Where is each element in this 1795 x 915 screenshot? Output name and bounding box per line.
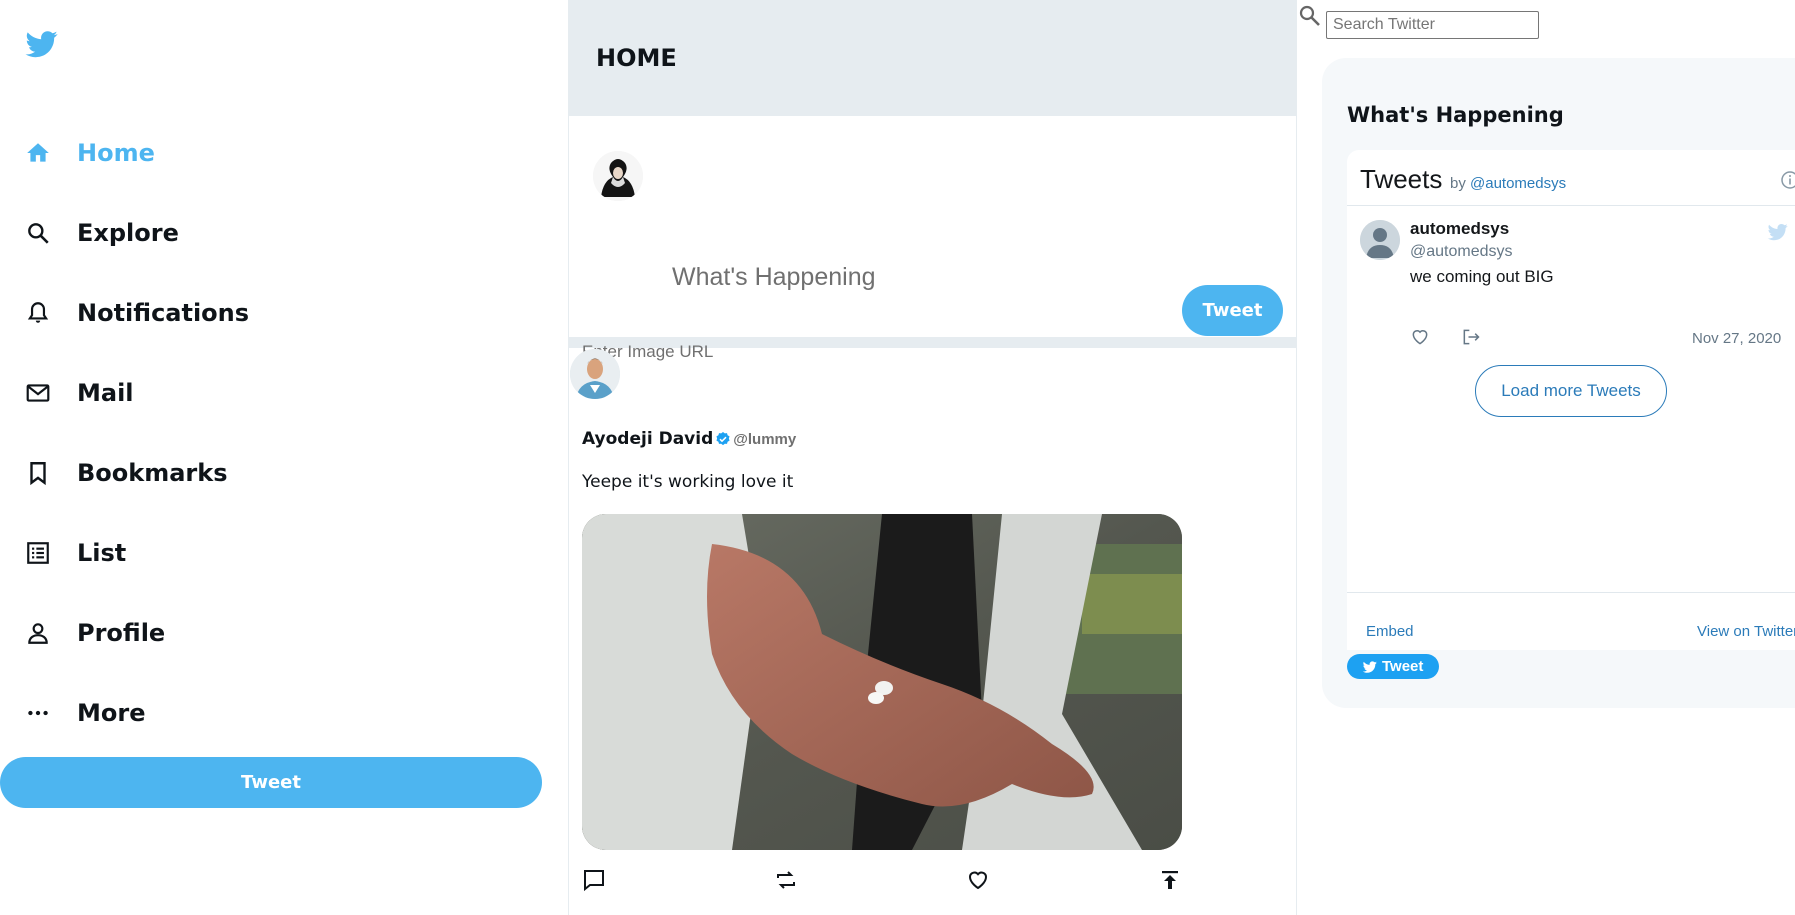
- retweet-icon[interactable]: [774, 868, 798, 892]
- twitter-bird-icon[interactable]: [24, 28, 60, 60]
- like-icon[interactable]: [1410, 327, 1430, 347]
- nav-item-mail[interactable]: Mail: [24, 353, 249, 433]
- nav-item-profile[interactable]: Profile: [24, 593, 249, 673]
- nav-item-label: Home: [77, 139, 155, 167]
- load-more-tweets-button[interactable]: Load more Tweets: [1475, 365, 1667, 417]
- share-icon[interactable]: [1460, 327, 1482, 347]
- timeline-footer: Embed View on Twitter: [1347, 592, 1795, 650]
- timeline-header: Tweets by @automedsys: [1347, 150, 1795, 206]
- nav-item-list[interactable]: List: [24, 513, 249, 593]
- embed-tweet-text: we coming out BIG: [1410, 267, 1554, 286]
- bookmark-icon: [24, 459, 52, 487]
- nav-item-label: More: [77, 699, 146, 727]
- share-tweet-label: Tweet: [1382, 658, 1424, 675]
- search-icon[interactable]: [1298, 4, 1322, 28]
- verified-badge-icon: [716, 432, 730, 446]
- nav-item-label: Mail: [77, 379, 134, 407]
- bell-icon: [24, 299, 52, 327]
- page-title: HOME: [596, 44, 677, 72]
- nav-item-label: List: [77, 539, 127, 567]
- nav-item-explore[interactable]: Explore: [24, 193, 249, 273]
- search-input[interactable]: [1326, 11, 1539, 39]
- like-icon[interactable]: [966, 868, 990, 892]
- profile-icon: [24, 619, 52, 647]
- search-icon: [24, 219, 52, 247]
- embed-author-name[interactable]: automedsys: [1410, 219, 1509, 239]
- avatar[interactable]: [1360, 220, 1400, 260]
- mail-icon: [24, 379, 52, 407]
- author-handle[interactable]: @lummy: [733, 431, 796, 448]
- embedded-timeline: Tweets by @automedsys automedsys @autome…: [1347, 150, 1795, 650]
- author-name[interactable]: Ayodeji David: [582, 429, 713, 449]
- left-sidebar: Home Explore Notifications Mail Bookmark…: [0, 0, 568, 915]
- nav-item-notifications[interactable]: Notifications: [24, 273, 249, 353]
- widget-title: What's Happening: [1347, 103, 1564, 127]
- more-icon: [24, 699, 52, 727]
- embed-tweet-date[interactable]: Nov 27, 2020: [1692, 330, 1781, 347]
- tweet-header: Ayodeji David @lummy: [582, 429, 796, 449]
- primary-nav: Home Explore Notifications Mail Bookmark…: [24, 113, 249, 753]
- list-icon: [24, 539, 52, 567]
- sidebar-tweet-button[interactable]: Tweet: [0, 757, 542, 808]
- nav-item-more[interactable]: More: [24, 673, 249, 753]
- twitter-bird-icon: [1362, 660, 1377, 673]
- right-sidebar: What's Happening Tweets by @automedsys: [1297, 0, 1795, 915]
- avatar: [593, 151, 643, 201]
- byline-handle-link[interactable]: @automedsys: [1470, 175, 1566, 192]
- share-tweet-button[interactable]: Tweet: [1347, 654, 1439, 679]
- view-on-twitter-link[interactable]: View on Twitter: [1697, 623, 1795, 640]
- nav-item-label: Profile: [77, 619, 166, 647]
- home-icon: [24, 139, 52, 167]
- tweet-composer: What's Happening Enter Image URL Tweet: [569, 116, 1296, 361]
- embed-link[interactable]: Embed: [1366, 623, 1414, 640]
- tweet-text: Yeepe it's working love it: [582, 472, 794, 492]
- feed-header: HOME: [569, 0, 1296, 116]
- main-feed: HOME What's Happening Enter Image URL Tw…: [568, 0, 1297, 915]
- reply-icon[interactable]: [582, 868, 606, 892]
- nav-item-home[interactable]: Home: [24, 113, 249, 193]
- avatar[interactable]: [570, 349, 620, 399]
- tweet-post: Ayodeji David @lummy Yeepe it's working …: [569, 348, 1296, 904]
- tweet-actions: [582, 868, 1182, 892]
- compose-tweet-button[interactable]: Tweet: [1182, 285, 1283, 336]
- timeline-byline: by @automedsys: [1450, 175, 1566, 192]
- embed-author-handle[interactable]: @automedsys: [1410, 243, 1513, 261]
- whats-happening-widget: What's Happening Tweets by @automedsys a…: [1322, 58, 1795, 708]
- nav-item-label: Notifications: [77, 299, 250, 327]
- nav-item-label: Bookmarks: [77, 459, 228, 487]
- tweet-media-image[interactable]: [582, 514, 1182, 850]
- timeline-title: Tweets: [1360, 164, 1443, 194]
- compose-input[interactable]: What's Happening: [672, 263, 876, 292]
- nav-item-label: Explore: [77, 219, 179, 247]
- twitter-clone-app: Home Explore Notifications Mail Bookmark…: [0, 0, 1795, 915]
- byline-prefix: by: [1450, 175, 1466, 192]
- info-icon[interactable]: [1780, 170, 1795, 190]
- twitter-bird-icon[interactable]: [1767, 222, 1789, 242]
- nav-item-bookmarks[interactable]: Bookmarks: [24, 433, 249, 513]
- share-icon[interactable]: [1158, 868, 1182, 892]
